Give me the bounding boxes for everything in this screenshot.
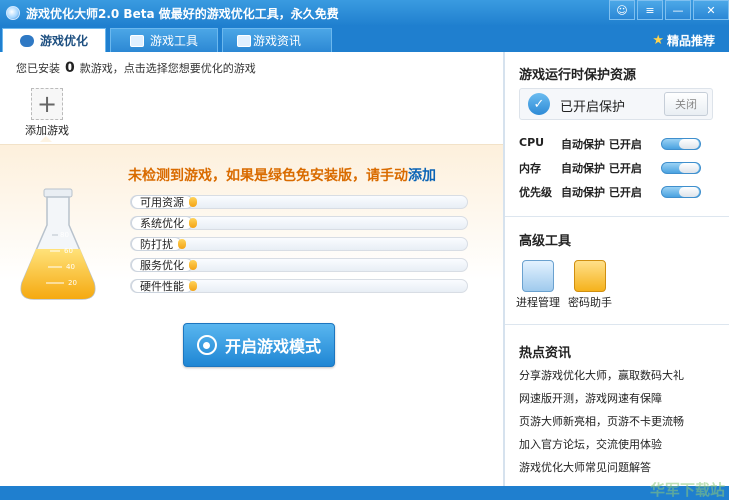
resource-status: 自动保护 已开启 xyxy=(561,186,642,199)
tab-label: 游戏优化 xyxy=(39,34,88,48)
memory-protect-toggle[interactable] xyxy=(661,162,701,174)
optimize-item-label: 防打扰 xyxy=(131,237,182,251)
toolbox-icon xyxy=(129,34,144,47)
minimize-button[interactable]: — xyxy=(665,0,691,20)
tab-game-news[interactable]: 游戏资讯 xyxy=(222,28,332,52)
optimize-item-resources: 可用资源 xyxy=(130,195,468,209)
advanced-tools-title: 高级工具 xyxy=(519,234,572,249)
optimize-item-services: 服务优化 xyxy=(130,258,468,272)
window-controls: ☺ ≡ — ✕ xyxy=(607,0,729,22)
resource-status: 自动保护 已开启 xyxy=(561,138,642,151)
resource-status: 自动保护 已开启 xyxy=(561,162,642,175)
tab-label: 游戏工具 xyxy=(149,34,198,48)
optimize-item-disturb: 防打扰 xyxy=(130,237,468,251)
hot-news-title: 热点资讯 xyxy=(519,346,572,361)
optimize-item-progress xyxy=(178,239,186,249)
tab-game-optimize[interactable]: 游戏优化 xyxy=(2,28,106,52)
installed-count: 0 xyxy=(65,60,75,76)
news-icon xyxy=(237,34,251,47)
flask-mark: 60 xyxy=(64,247,73,255)
installed-summary: 您已安装 0 款游戏，点击选择您想要优化的游戏 xyxy=(16,60,256,76)
site-watermark: 华军下载站 xyxy=(649,481,725,499)
resource-name: 内存 xyxy=(519,162,541,175)
app-logo-icon xyxy=(6,6,20,20)
optimize-item-label: 可用资源 xyxy=(131,195,193,209)
plus-icon: + xyxy=(31,88,63,120)
add-game-pointer xyxy=(40,136,52,142)
title-bar: 游戏优化大师2.0 Beta 做最好的游戏优化工具，永久免费 ☺ ≡ — ✕ xyxy=(0,0,729,26)
process-manager-button[interactable]: 进程管理 xyxy=(511,260,565,310)
protection-title: 游戏运行时保护资源 xyxy=(519,68,637,83)
installed-suffix: 款游戏，点击选择您想要优化的游戏 xyxy=(79,62,256,75)
side-panel: 游戏运行时保护资源 ✓ 已开启保护 关闭 CPU 自动保护 已开启 内存 自动保… xyxy=(505,52,729,492)
news-link[interactable]: 分享游戏优化大师，赢取数码大礼 xyxy=(519,367,684,383)
add-game-button[interactable]: + 添加游戏 xyxy=(22,88,72,138)
resource-row-cpu: CPU 自动保护 已开启 xyxy=(519,136,713,152)
recommend-link[interactable]: ★ 精品推荐 xyxy=(652,32,715,49)
optimize-item-label: 硬件性能 xyxy=(131,279,193,293)
password-helper-button[interactable]: 密码助手 xyxy=(563,260,617,310)
feedback-button[interactable]: ☺ xyxy=(609,0,635,20)
flask-icon: 80 60 40 20 xyxy=(20,188,96,300)
news-link[interactable]: 游戏优化大师常见问题解答 xyxy=(519,459,651,475)
tab-label: 游戏资讯 xyxy=(252,34,301,48)
check-icon: ✓ xyxy=(528,93,550,115)
cpu-protect-toggle[interactable] xyxy=(661,138,701,150)
priority-protect-toggle[interactable] xyxy=(661,186,701,198)
optimize-item-progress xyxy=(189,260,197,270)
optimize-item-progress xyxy=(189,197,197,207)
tab-game-tools[interactable]: 游戏工具 xyxy=(110,28,218,52)
power-icon xyxy=(196,335,217,355)
tab-bar: 游戏优化 游戏工具 游戏资讯 ★ 精品推荐 xyxy=(0,26,729,52)
protection-off-button[interactable]: 关闭 xyxy=(664,92,708,116)
optimize-item-hardware: 硬件性能 xyxy=(130,279,468,293)
section-divider xyxy=(505,216,729,217)
process-manager-icon xyxy=(522,260,554,292)
game-optimize-panel: 您已安装 0 款游戏，点击选择您想要优化的游戏 + 添加游戏 80 60 40 20 xyxy=(0,52,503,492)
resource-row-priority: 优先级 自动保护 已开启 xyxy=(519,184,713,200)
optimize-item-label: 系统优化 xyxy=(131,216,193,230)
flask-mark: 80 xyxy=(60,231,69,239)
no-game-notice: 未检测到游戏，如果是绿色免安装版，请手动添加 xyxy=(128,165,436,185)
window-title: 游戏优化大师2.0 Beta 做最好的游戏优化工具，永久免费 xyxy=(26,6,339,21)
installed-prefix: 您已安装 xyxy=(16,62,60,75)
tool-label: 进程管理 xyxy=(516,296,560,309)
menu-button[interactable]: ≡ xyxy=(637,0,663,20)
resource-name: CPU xyxy=(519,136,545,149)
optimize-item-label: 服务优化 xyxy=(131,258,193,272)
section-divider xyxy=(505,324,729,325)
resource-name: 优先级 xyxy=(519,186,552,199)
resource-row-memory: 内存 自动保护 已开启 xyxy=(519,160,713,176)
start-game-mode-label: 开启游戏模式 xyxy=(224,337,321,356)
tool-label: 密码助手 xyxy=(568,296,612,309)
flask-mark: 40 xyxy=(66,263,75,271)
flask-mark: 20 xyxy=(68,279,77,287)
password-key-icon xyxy=(574,260,606,292)
optimize-item-system: 系统优化 xyxy=(130,216,468,230)
gamepad-icon xyxy=(19,34,34,47)
recommend-label: 精品推荐 xyxy=(666,34,715,48)
detect-area: 80 60 40 20 未检测到游戏，如果是绿色免安装版，请手动添加 可用资源 … xyxy=(0,144,503,314)
optimize-item-progress xyxy=(189,281,197,291)
add-game-link[interactable]: 添加 xyxy=(408,168,436,184)
optimize-item-progress xyxy=(189,218,197,228)
status-strip xyxy=(0,486,729,500)
close-button[interactable]: ✕ xyxy=(693,0,729,20)
star-icon: ★ xyxy=(652,33,664,48)
news-link[interactable]: 网速版开测，游戏网速有保障 xyxy=(519,390,662,406)
notice-text: 未检测到游戏，如果是绿色免安装版，请手动 xyxy=(128,168,408,184)
start-game-mode-button[interactable]: 开启游戏模式 xyxy=(183,323,335,367)
protection-status-box: ✓ 已开启保护 关闭 xyxy=(519,88,713,120)
news-link[interactable]: 页游大师新亮相，页游不卡更流畅 xyxy=(519,413,684,429)
protection-status: 已开启保护 xyxy=(560,100,626,115)
news-link[interactable]: 加入官方论坛，交流使用体验 xyxy=(519,436,662,452)
